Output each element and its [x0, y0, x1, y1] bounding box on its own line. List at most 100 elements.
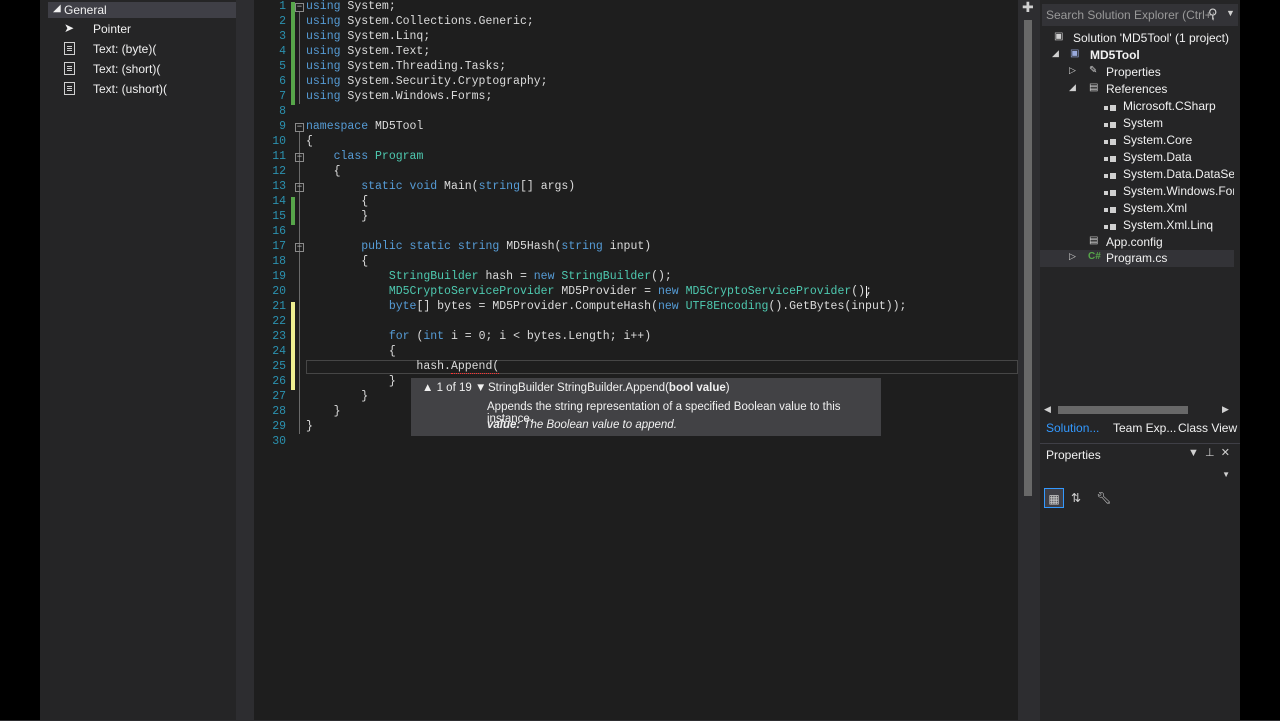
object-selector[interactable]: ▼: [1042, 468, 1236, 484]
categorized-icon[interactable]: ▦: [1044, 488, 1064, 508]
collapse-outline-icon[interactable]: −: [295, 183, 304, 192]
editor-vertical-scrollbar[interactable]: ✚: [1018, 0, 1038, 720]
toolbox-item-text-ushort[interactable]: Text: (ushort)(: [62, 80, 252, 98]
code-line: }: [333, 405, 341, 418]
line-number: 7: [279, 90, 286, 103]
tree-node-properties[interactable]: ▷ ✎ Properties: [1040, 64, 1240, 80]
collapse-outline-icon[interactable]: −: [295, 123, 304, 132]
dropdown-icon[interactable]: ▼: [1188, 447, 1199, 459]
tree-node-reference[interactable]: System.Data.DataSetEx: [1040, 166, 1234, 182]
code-line: using System.Collections.Generic;: [306, 15, 534, 28]
code-line: for (int i = 0; i < bytes.Length; i++): [388, 330, 652, 343]
line-number: 29: [272, 420, 286, 433]
tree-node-label: Program.cs: [1106, 251, 1168, 265]
tree-node-solution[interactable]: ▣ Solution 'MD5Tool' (1 project): [1040, 30, 1240, 46]
toolbox-item-label: Text: (byte)(: [93, 42, 157, 56]
tree-node-reference[interactable]: Microsoft.CSharp: [1040, 98, 1234, 114]
outline-guide: [299, 132, 300, 434]
line-number: 23: [272, 330, 286, 343]
tree-node-app-config[interactable]: ▤ App.config: [1040, 234, 1240, 250]
tab-team-explorer[interactable]: Team Exp...: [1113, 421, 1176, 435]
toolbox-item-pointer[interactable]: ➤ Pointer: [62, 20, 252, 38]
tree-node-reference[interactable]: System.Core: [1040, 132, 1234, 148]
split-window-icon[interactable]: ✚: [1022, 0, 1034, 16]
wrench-icon: ✎: [1089, 65, 1098, 76]
line-number: 20: [272, 285, 286, 298]
assembly-reference-icon: [1104, 120, 1116, 131]
expanded-arrow-icon[interactable]: ◢: [1052, 48, 1059, 59]
line-number: 21: [272, 300, 286, 313]
expanded-arrow-icon[interactable]: ◢: [1069, 82, 1076, 93]
assembly-reference-icon: [1104, 188, 1116, 199]
line-number: 22: [272, 315, 286, 328]
tab-class-view[interactable]: Class View: [1178, 421, 1237, 435]
scrollbar-thumb[interactable]: [1024, 20, 1032, 496]
ibeam-cursor-icon: [866, 286, 867, 298]
scroll-right-icon[interactable]: ▶: [1222, 404, 1229, 415]
pin-icon[interactable]: ⊥: [1205, 447, 1215, 459]
assembly-reference-icon: [1104, 205, 1116, 216]
solution-explorer-panel: Search Solution Explorer (Ctrl+; ⚲ ▼ ▣ S…: [1040, 0, 1240, 721]
tree-node-label: Properties: [1106, 65, 1161, 79]
properties-title: Properties: [1046, 448, 1101, 462]
text-snippet-icon: [64, 61, 78, 75]
line-number: 27: [272, 390, 286, 403]
property-pages-icon[interactable]: 🔧︎: [1094, 488, 1114, 508]
collapse-outline-icon[interactable]: −: [295, 153, 304, 162]
method-signature: StringBuilder StringBuilder.Append(bool …: [488, 382, 730, 394]
tree-node-program-cs[interactable]: ▷ C# Program.cs: [1040, 250, 1234, 267]
tree-node-project[interactable]: ◢ ▣ MD5Tool: [1040, 47, 1240, 63]
solution-explorer-hscrollbar[interactable]: ◀ ▶: [1040, 404, 1234, 416]
line-number: 3: [279, 30, 286, 43]
tree-node-reference[interactable]: System: [1040, 115, 1234, 131]
tree-node-label: System.Data: [1123, 150, 1192, 164]
tree-node-reference[interactable]: System.Windows.Form: [1040, 183, 1234, 199]
scroll-left-icon[interactable]: ◀: [1044, 404, 1051, 415]
code-line: }: [388, 375, 396, 388]
assembly-reference-icon: [1104, 154, 1116, 165]
tree-node-reference[interactable]: System.Xml: [1040, 200, 1234, 216]
tree-node-reference[interactable]: System.Data: [1040, 149, 1234, 165]
line-number: 26: [272, 375, 286, 388]
collapse-arrow-icon[interactable]: ◢: [53, 3, 61, 14]
saved-change-bar: [291, 2, 295, 105]
toolbox-item-label: Text: (short)(: [93, 62, 161, 76]
csharp-project-icon: ▣: [1070, 48, 1080, 59]
splitter[interactable]: [236, 0, 254, 720]
overload-navigator[interactable]: ▲ 1 of 19 ▼: [422, 382, 486, 394]
close-icon[interactable]: ✕: [1221, 447, 1230, 459]
saved-change-bar: [291, 197, 295, 225]
alphabetical-sort-icon[interactable]: ⇅: [1066, 488, 1086, 508]
chevron-down-icon[interactable]: ▼: [1222, 470, 1230, 479]
code-line: static void Main(string[] args): [361, 180, 576, 193]
pointer-icon: ➤: [64, 21, 75, 35]
solution-explorer-search[interactable]: Search Solution Explorer (Ctrl+; ⚲ ▼: [1042, 4, 1238, 26]
tab-solution-explorer[interactable]: Solution...: [1046, 421, 1099, 435]
code-line: }: [361, 390, 369, 403]
line-number: 14: [272, 195, 286, 208]
chevron-down-icon[interactable]: ▼: [1226, 8, 1235, 18]
line-number: 24: [272, 345, 286, 358]
code-editor[interactable]: 1 2 3 4 5 6 7 8 9 10 11 12 13 14 15 16 17 18 19 20 21 22 23 24 2…: [254, 0, 1020, 720]
code-line: using System.Windows.Forms;: [306, 90, 493, 103]
tree-node-references[interactable]: ◢ ▤ References: [1040, 81, 1240, 97]
toolbox-item-label: Pointer: [93, 22, 132, 36]
tree-node-reference[interactable]: System.Xml.Linq: [1040, 217, 1234, 233]
collapsed-arrow-icon[interactable]: ▷: [1069, 65, 1076, 76]
solution-explorer-tabs: Solution... Team Exp... Class View: [1040, 419, 1240, 439]
toolbox-item-text-byte[interactable]: Text: (byte)(: [62, 40, 252, 58]
code-line: }: [361, 210, 369, 223]
collapsed-arrow-icon[interactable]: ▷: [1069, 251, 1076, 262]
code-line: {: [333, 165, 341, 178]
scrollbar-thumb[interactable]: [1058, 406, 1188, 414]
line-number: 4: [279, 45, 286, 58]
collapse-outline-icon[interactable]: −: [295, 243, 304, 252]
error-squiggle: Append(: [450, 360, 500, 374]
line-number: 19: [272, 270, 286, 283]
search-icon[interactable]: ⚲: [1208, 6, 1218, 22]
tree-node-label: References: [1106, 82, 1168, 96]
toolbox-item-text-short[interactable]: Text: (short)(: [62, 60, 252, 78]
code-line: public static string MD5Hash(string inpu…: [361, 240, 652, 253]
collapse-outline-icon[interactable]: −: [295, 3, 304, 12]
assembly-reference-icon: [1104, 171, 1116, 182]
